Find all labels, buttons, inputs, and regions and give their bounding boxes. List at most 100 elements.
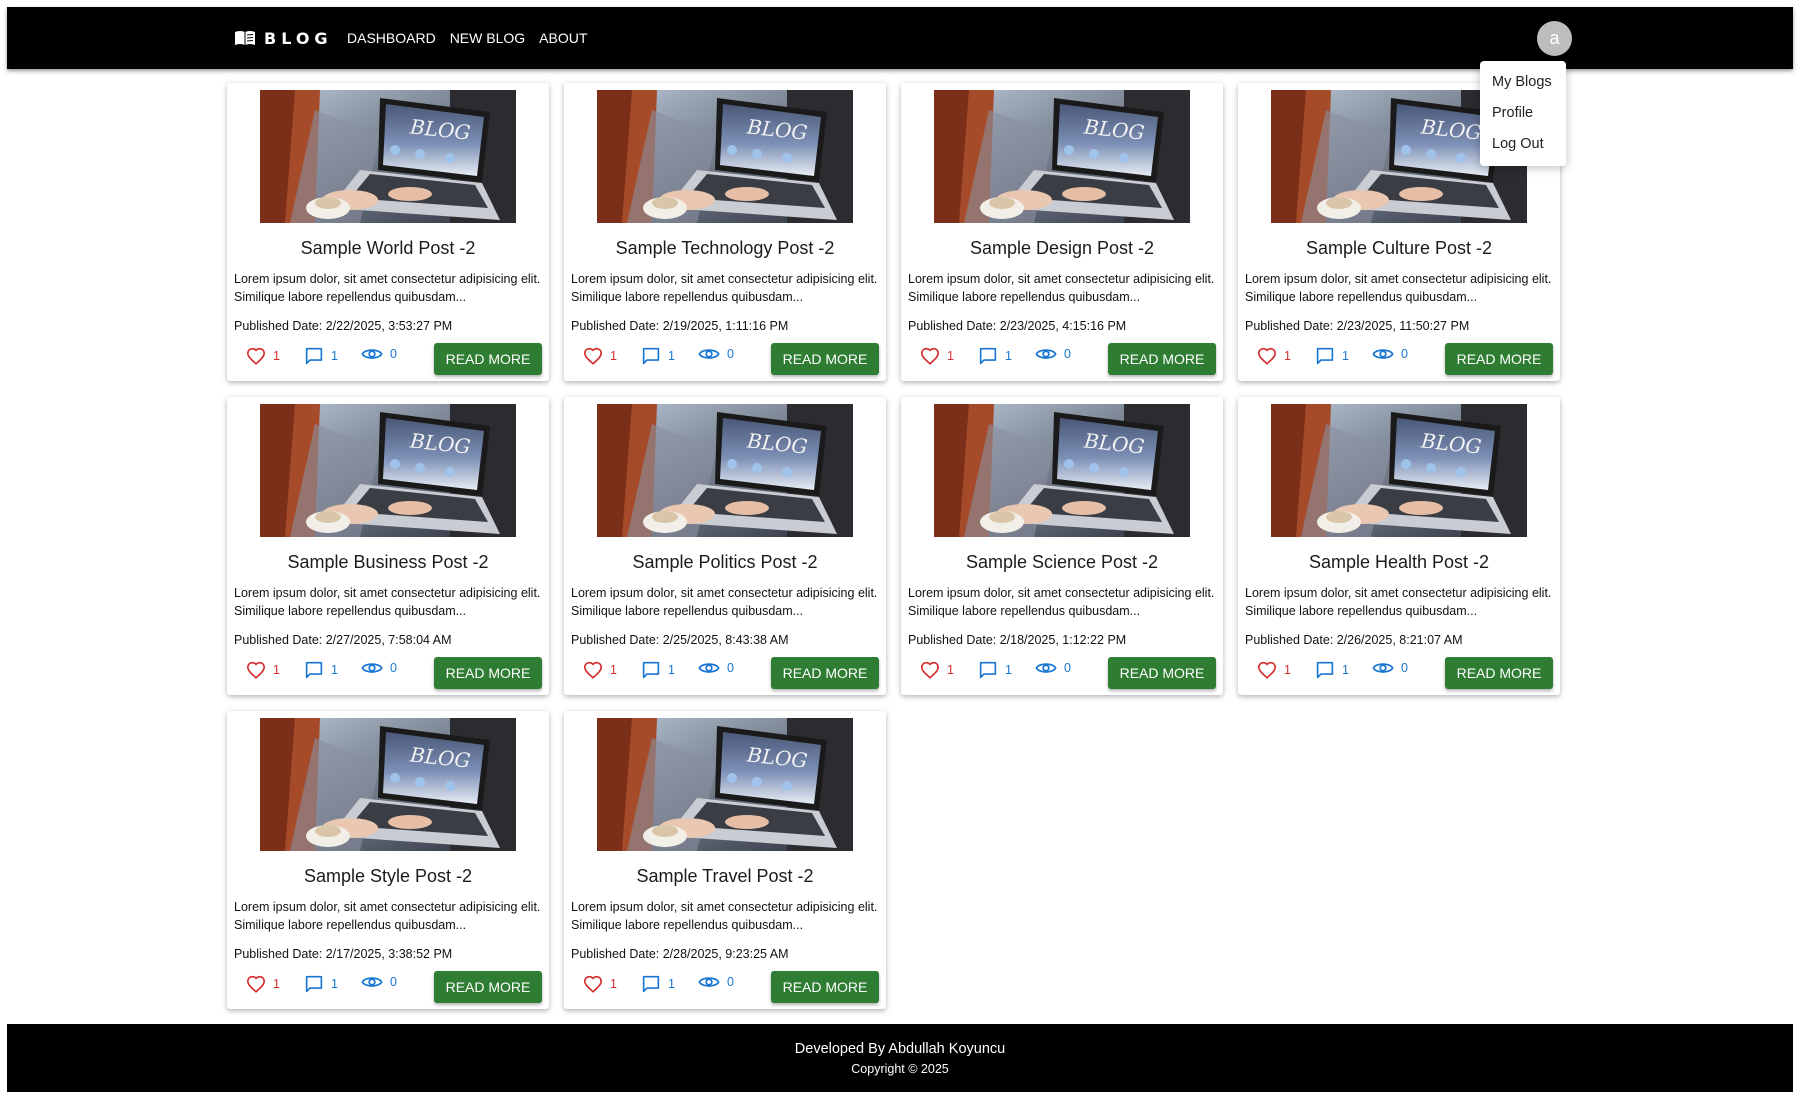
comment-stat[interactable]: 1 (978, 347, 1012, 365)
brand-logo[interactable]: BLOG (234, 7, 333, 69)
read-more-button[interactable]: READ MORE (1445, 657, 1553, 689)
view-stat: 0 (1372, 661, 1408, 675)
comment-icon (1315, 661, 1335, 679)
post-excerpt: Lorem ipsum dolor, sit amet consectetur … (571, 900, 878, 932)
comment-icon (641, 661, 661, 679)
post-card: BLOG Sample Travel Post -2 Lorem ipsum d… (564, 711, 886, 1009)
post-title: Sample Travel Post -2 (636, 866, 814, 886)
post-date: Published Date: 2/23/2025, 4:15:16 PM (908, 319, 1127, 333)
read-more-button[interactable]: READ MORE (1445, 343, 1553, 375)
post-title: Sample World Post -2 (300, 238, 476, 258)
comment-stat[interactable]: 1 (1315, 661, 1349, 679)
user-avatar[interactable]: a (1537, 21, 1572, 56)
read-more-button[interactable]: READ MORE (1108, 343, 1216, 375)
eye-icon (1372, 661, 1394, 675)
post-title: Sample Business Post -2 (287, 552, 489, 572)
heart-icon (246, 975, 266, 993)
top-navbar: BLOG DASHBOARD NEW BLOG ABOUT a (7, 7, 1793, 69)
comment-stat[interactable]: 1 (641, 661, 675, 679)
comment-count: 1 (1005, 663, 1012, 677)
view-count: 0 (1064, 661, 1071, 675)
post-card: BLOG Sample Style Post -2 Lorem ipsum do… (227, 711, 549, 1009)
like-stat[interactable]: 1 (920, 347, 954, 365)
post-excerpt: Lorem ipsum dolor, sit amet consectetur … (908, 272, 1215, 304)
comment-count: 1 (331, 977, 338, 991)
comment-count: 1 (1342, 663, 1349, 677)
view-count: 0 (727, 975, 734, 989)
read-more-button[interactable]: READ MORE (1108, 657, 1216, 689)
view-stat: 0 (698, 975, 734, 989)
post-card: BLOG Sample Design Post -2 Lorem ipsum d… (901, 83, 1223, 381)
like-stat[interactable]: 1 (920, 661, 954, 679)
like-stat[interactable]: 1 (583, 661, 617, 679)
view-stat: 0 (698, 661, 734, 675)
like-count: 1 (1284, 349, 1291, 363)
footer-developer: Developed By Abdullah Koyuncu (794, 1041, 1006, 1057)
read-more-button[interactable]: READ MORE (771, 971, 879, 1003)
comment-stat[interactable]: 1 (1315, 347, 1349, 365)
post-title: Sample Design Post -2 (969, 238, 1155, 258)
read-more-button[interactable]: READ MORE (434, 657, 542, 689)
post-thumbnail: BLOG (260, 404, 516, 537)
post-date: Published Date: 2/18/2025, 1:12:22 PM (908, 633, 1127, 647)
post-title: Sample Health Post -2 (1308, 552, 1490, 572)
heart-icon (246, 661, 266, 679)
comment-stat[interactable]: 1 (304, 347, 338, 365)
like-stat[interactable]: 1 (246, 347, 280, 365)
comment-icon (641, 347, 661, 365)
comment-icon (304, 347, 324, 365)
post-card: BLOG Sample Technology Post -2 Lorem ips… (564, 83, 886, 381)
read-more-button[interactable]: READ MORE (434, 971, 542, 1003)
nav-new-blog[interactable]: NEW BLOG (450, 30, 525, 46)
post-date: Published Date: 2/22/2025, 3:53:27 PM (234, 319, 453, 333)
nav-dashboard[interactable]: DASHBOARD (347, 30, 436, 46)
nav-links: DASHBOARD NEW BLOG ABOUT (347, 7, 587, 69)
nav-about[interactable]: ABOUT (539, 30, 587, 46)
read-more-button[interactable]: READ MORE (434, 343, 542, 375)
like-stat[interactable]: 1 (1257, 347, 1291, 365)
comment-stat[interactable]: 1 (304, 661, 338, 679)
like-stat[interactable]: 1 (246, 975, 280, 993)
like-count: 1 (947, 349, 954, 363)
read-more-button[interactable]: READ MORE (771, 657, 879, 689)
open-book-icon (234, 30, 256, 46)
like-count: 1 (610, 977, 617, 991)
like-stat[interactable]: 1 (246, 661, 280, 679)
post-excerpt: Lorem ipsum dolor, sit amet consectetur … (571, 272, 878, 304)
post-excerpt: Lorem ipsum dolor, sit amet consectetur … (234, 586, 541, 618)
heart-icon (920, 347, 940, 365)
view-stat: 0 (361, 661, 397, 675)
post-excerpt: Lorem ipsum dolor, sit amet consectetur … (234, 900, 541, 932)
post-thumbnail: BLOG (934, 404, 1190, 537)
footer-copyright: Copyright © 2025 (851, 1062, 949, 1076)
comment-stat[interactable]: 1 (304, 975, 338, 993)
view-count: 0 (390, 347, 397, 361)
view-stat: 0 (1035, 347, 1071, 361)
comment-stat[interactable]: 1 (978, 661, 1012, 679)
like-count: 1 (273, 349, 280, 363)
view-count: 0 (727, 347, 734, 361)
view-stat: 0 (1035, 661, 1071, 675)
menu-profile[interactable]: Profile (1480, 98, 1566, 129)
comment-stat[interactable]: 1 (641, 347, 675, 365)
eye-icon (698, 975, 720, 989)
like-stat[interactable]: 1 (583, 975, 617, 993)
post-excerpt: Lorem ipsum dolor, sit amet consectetur … (1245, 272, 1552, 304)
read-more-button[interactable]: READ MORE (771, 343, 879, 375)
post-card: BLOG Sample Business Post -2 Lorem ipsum… (227, 397, 549, 695)
post-excerpt: Lorem ipsum dolor, sit amet consectetur … (908, 586, 1215, 618)
comment-stat[interactable]: 1 (641, 975, 675, 993)
like-stat[interactable]: 1 (583, 347, 617, 365)
view-count: 0 (1401, 347, 1408, 361)
menu-log-out[interactable]: Log Out (1480, 129, 1566, 160)
view-stat: 0 (361, 975, 397, 989)
page-footer: Developed By Abdullah Koyuncu Copyright … (7, 1024, 1793, 1092)
view-stat: 0 (698, 347, 734, 361)
post-date: Published Date: 2/26/2025, 8:21:07 AM (1245, 633, 1463, 647)
eye-icon (361, 347, 383, 361)
like-stat[interactable]: 1 (1257, 661, 1291, 679)
post-date: Published Date: 2/27/2025, 7:58:04 AM (234, 633, 452, 647)
comment-icon (978, 661, 998, 679)
post-thumbnail: BLOG (934, 90, 1190, 223)
menu-my-blogs[interactable]: My Blogs (1480, 67, 1566, 98)
